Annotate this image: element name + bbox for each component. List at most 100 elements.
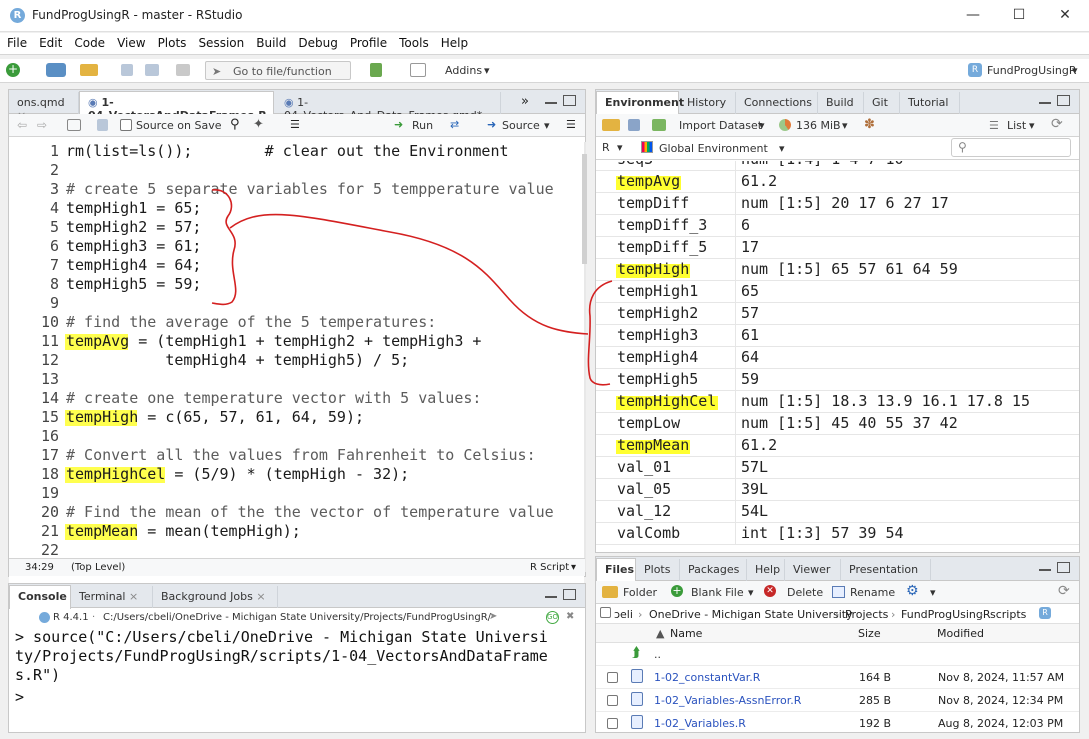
env-row[interactable]: tempAvg 61.2 [596, 171, 1079, 193]
code-line[interactable]: 8 tempHigh5 = 59; [9, 275, 584, 294]
find-icon[interactable]: ⚲ [230, 117, 240, 132]
code-line[interactable]: 10 # find the average of the 5 temperatur… [9, 313, 584, 332]
env-row[interactable]: tempDiff num [1:5] 20 17 6 27 17 [596, 193, 1079, 215]
code-line[interactable]: 21 tempMean = mean(tempHigh); [9, 522, 584, 541]
tab-history[interactable]: History [679, 92, 736, 114]
file-row[interactable]: 1-02_Variables.R 192 B Aug 8, 2024, 12:03 … [596, 712, 1079, 732]
code-line[interactable]: 5 tempHigh2 = 57; [9, 218, 584, 237]
code-line[interactable]: 14 # create one temperature vector with 5… [9, 389, 584, 408]
file-checkbox[interactable] [607, 718, 618, 729]
code-line[interactable]: 6 tempHigh3 = 61; [9, 237, 584, 256]
menu-file[interactable]: File [0, 33, 32, 50]
breadcrumb-item[interactable]: Projects [845, 608, 888, 621]
environment-search-input[interactable]: ⚲ [951, 138, 1071, 157]
run-button[interactable]: Run [412, 119, 433, 132]
file-name-link[interactable]: 1-02_constantVar.R [654, 671, 760, 684]
tab-build[interactable]: Build [818, 92, 864, 114]
gear-icon[interactable]: ⚙ [906, 583, 919, 599]
code-line[interactable]: 13 [9, 370, 584, 389]
magic-wand-icon[interactable]: ✦ [253, 117, 264, 132]
maximize-pane-icon[interactable] [1057, 562, 1070, 573]
file-row[interactable]: 1-02_Variables-AssnError.R 285 B Nov 8, 20… [596, 689, 1079, 712]
env-row[interactable]: valComb int [1:3] 57 39 54 [596, 523, 1079, 545]
code-line[interactable]: 15 tempHigh = c(65, 57, 61, 64, 59); [9, 408, 584, 427]
code-line[interactable]: 16 [9, 427, 584, 446]
env-row[interactable]: tempHigh2 57 [596, 303, 1079, 325]
parent-dir-row[interactable]: ⮭ .. [596, 643, 1079, 666]
source-button[interactable]: Source [502, 119, 540, 132]
minimize-pane-icon[interactable] [1039, 96, 1051, 104]
code-line[interactable]: 9 [9, 294, 584, 313]
code-line[interactable]: 3 # create 5 separate variables for 5 tem… [9, 180, 584, 199]
menu-build[interactable]: Build [249, 33, 291, 50]
source-on-save-checkbox[interactable] [120, 119, 132, 131]
print-icon[interactable] [176, 64, 190, 76]
env-row[interactable]: seq3 num [1:4] 1 4 7 10 [596, 161, 1079, 171]
file-checkbox[interactable] [607, 672, 618, 683]
addins-menu[interactable]: Addins [445, 64, 482, 77]
tab-vectors-qmd[interactable]: ◉ 1-04_Vectors_And_Data_Frames.qmd* × [276, 92, 501, 135]
menu-profile[interactable]: Profile [343, 33, 392, 50]
broom-icon[interactable]: ✽ [864, 117, 875, 132]
maximize-pane-icon[interactable] [1057, 95, 1070, 106]
tab-console[interactable]: Console [9, 585, 71, 609]
project-dir-icon[interactable]: R [1039, 607, 1051, 619]
open-file-icon[interactable] [80, 64, 98, 76]
console-prompt[interactable]: > [15, 688, 583, 707]
import-dataset-button[interactable]: Import Dataset [679, 119, 762, 132]
minimize-pane-icon[interactable] [545, 590, 557, 598]
breadcrumb-item[interactable]: OneDrive - Michigan State University [649, 608, 853, 621]
code-line[interactable]: 12 tempHigh4 + tempHigh5) / 5; [9, 351, 584, 370]
refresh-files-icon[interactable]: ⟳ [1058, 583, 1070, 599]
more-tabs-icon[interactable]: » [521, 94, 529, 109]
tab-viewer[interactable]: Viewer [785, 559, 841, 581]
tab-ons-qmd[interactable]: ons.qmd × [9, 92, 79, 122]
rename-button[interactable]: Rename [850, 586, 895, 599]
breadcrumb-checkbox[interactable] [600, 607, 611, 618]
goto-directory-icon[interactable]: ➤ [489, 611, 497, 622]
goto-file-input[interactable]: ➤ Go to file/function [205, 61, 351, 80]
tab-files[interactable]: Files [596, 558, 636, 582]
workspace-panes-icon[interactable] [410, 63, 426, 77]
environment-scope-select[interactable]: Global Environment [659, 142, 768, 155]
env-row[interactable]: val_05 39L [596, 479, 1079, 501]
code-line[interactable]: 17 # Convert all the values from Fahrenhe… [9, 446, 584, 465]
new-folder-button[interactable]: Folder [623, 586, 657, 599]
close-tab-icon[interactable]: × [129, 590, 138, 603]
menu-session[interactable]: Session [191, 33, 249, 50]
column-size[interactable]: Size [858, 627, 881, 640]
outline-lines-icon[interactable]: ☰ [566, 118, 576, 131]
menu-code[interactable]: Code [67, 33, 110, 50]
file-row[interactable]: 1-02_constantVar.R 164 B Nov 8, 2024, 11:5… [596, 666, 1079, 689]
env-row[interactable]: val_01 57L [596, 457, 1079, 479]
tab-background-jobs[interactable]: Background Jobs × [153, 586, 278, 608]
maximize-pane-icon[interactable] [563, 95, 576, 106]
env-row[interactable]: tempMean 61.2 [596, 435, 1079, 457]
env-row[interactable]: val_12 54L [596, 501, 1079, 523]
editor-scroll-thumb[interactable] [582, 154, 587, 264]
menu-edit[interactable]: Edit [32, 33, 67, 50]
save-workspace-icon[interactable] [628, 119, 640, 131]
view-mode-select[interactable]: List [1007, 119, 1026, 132]
minimize-pane-icon[interactable] [1039, 563, 1051, 571]
code-line[interactable]: 19 [9, 484, 584, 503]
tab-environment[interactable]: Environment [596, 91, 684, 115]
env-row[interactable]: tempHigh1 65 [596, 281, 1079, 303]
save-all-icon[interactable] [145, 64, 159, 76]
minimize-icon[interactable]: — [950, 0, 996, 32]
filetype-indicator[interactable]: R Script [530, 562, 569, 573]
column-modified[interactable]: Modified [937, 627, 984, 640]
env-row[interactable]: tempHigh num [1:5] 65 57 61 64 59 [596, 259, 1079, 281]
env-row[interactable]: tempHighCel num [1:5] 18.3 13.9 16.1 17.8… [596, 391, 1079, 413]
menu-debug[interactable]: Debug [291, 33, 342, 50]
scope-indicator[interactable]: (Top Level) [71, 562, 125, 573]
save-file-icon[interactable] [97, 119, 108, 131]
source-chevron-icon[interactable]: ▾ [544, 119, 550, 132]
refresh-icon[interactable]: ⟳ [1051, 116, 1063, 132]
code-line[interactable]: 4 tempHigh1 = 65; [9, 199, 584, 218]
tab-terminal[interactable]: Terminal × [71, 586, 153, 608]
console-output[interactable]: > source("C:/Users/cbeli/OneDrive - Mich… [15, 628, 583, 730]
env-row[interactable]: tempDiff_5 17 [596, 237, 1079, 259]
parent-dir-link[interactable]: .. [654, 648, 661, 661]
env-row[interactable]: tempHigh3 61 [596, 325, 1079, 347]
